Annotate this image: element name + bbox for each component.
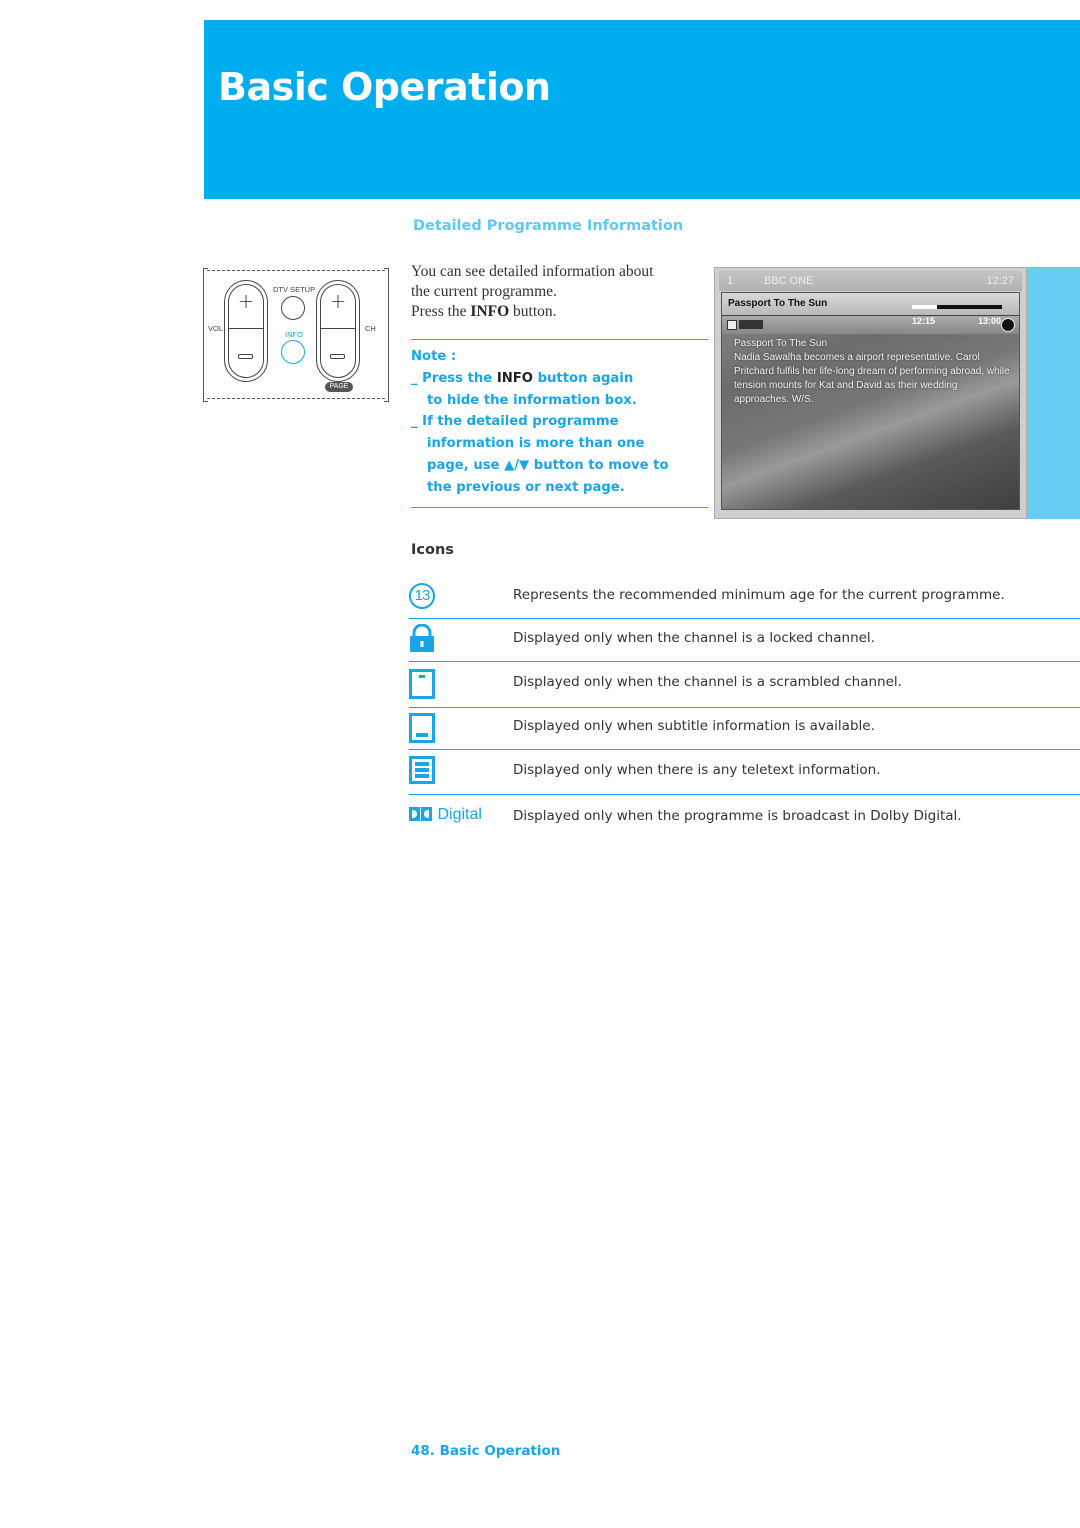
page-title: Basic Operation [218, 65, 551, 109]
note-item-continued: the previous or next page. [427, 479, 625, 495]
plus-icon: + [237, 289, 255, 313]
frame-dashed-top [207, 270, 385, 271]
dtv-setup-button-icon [281, 296, 305, 320]
plus-icon: + [329, 289, 347, 313]
divider [409, 749, 1080, 750]
icon-description: Displayed only when there is any teletex… [513, 762, 881, 778]
note-item-continued: page, use ▲/▼ button to move to [427, 457, 669, 473]
section-title: Detailed Programme Information [413, 218, 684, 234]
programme-description: Passport To The Sun Nadia Sawalha become… [734, 338, 1010, 405]
channel-name: BBC ONE [764, 275, 814, 287]
note-item-continued: to hide the information box. [427, 392, 637, 408]
channel-number: 1 [727, 275, 734, 287]
end-time: 13:00 [978, 316, 1002, 326]
channel-bar: 1 BBC ONE 12:27 [719, 271, 1022, 291]
teletext-icon [409, 756, 435, 784]
progress-fill [912, 305, 938, 309]
note-item: _ Press the INFO button again [411, 370, 634, 386]
divider [409, 794, 1080, 795]
intro-line: Press the INFO button. [411, 303, 557, 320]
icons-heading: Icons [411, 542, 454, 558]
intro-text: You can see detailed information about t… [411, 262, 711, 322]
subtitle-icon [409, 713, 435, 743]
page-footer: 48. Basic Operation [411, 1443, 561, 1459]
info-button-icon [281, 340, 305, 364]
channel-rocker: + [316, 280, 360, 382]
programme-progress-bar [912, 305, 1002, 309]
programme-picture: Passport To The Sun 12:15 13:00 Passport… [721, 292, 1020, 510]
dtv-setup-label: DTV SETUP [273, 285, 316, 294]
frame-bracket-right [384, 268, 389, 402]
minus-icon [330, 354, 345, 359]
volume-rocker: + [224, 280, 268, 382]
note-item: _ If the detailed programme [411, 414, 619, 430]
divider [409, 661, 1080, 662]
programme-info-row: 12:15 13:00 [722, 316, 1019, 334]
minus-icon [238, 354, 253, 359]
next-icon [1001, 318, 1015, 332]
info-label: INFO [285, 330, 303, 339]
age-rating-13-icon: 13 [409, 583, 435, 609]
frame-bracket-left [203, 268, 208, 402]
vol-label: VOL [208, 324, 224, 333]
divider [409, 618, 1080, 619]
note-item-continued: information is more than one [427, 436, 645, 452]
audio-tag-icon [739, 320, 763, 329]
frame-dashed-bottom [207, 398, 385, 399]
ch-label: CH [365, 324, 376, 333]
divider [409, 707, 1080, 708]
icon-description: Displayed only when the channel is a scr… [513, 674, 902, 690]
lock-icon [409, 623, 435, 656]
icon-description: Displayed only when the channel is a loc… [513, 630, 875, 646]
remote-illustration: VOL + DTV SETUP INFO + CH PAGE [203, 268, 389, 402]
note-box: Note : _ Press the INFO button again to … [411, 339, 708, 508]
icon-description: Displayed only when subtitle information… [513, 718, 875, 734]
subtitle-icon [727, 320, 737, 330]
icon-description: Displayed only when the programme is bro… [513, 808, 962, 824]
intro-line: You can see detailed information about [411, 263, 654, 280]
clock: 12:27 [986, 275, 1014, 287]
icon-description: Represents the recommended minimum age f… [513, 587, 1005, 603]
scrambled-icon [409, 669, 435, 699]
start-time: 12:15 [912, 316, 936, 326]
intro-line: the current programme. [411, 283, 557, 300]
header-band: Basic Operation [204, 20, 1080, 199]
side-tab [1027, 267, 1080, 519]
note-heading: Note : [411, 349, 457, 364]
page-label: PAGE [325, 382, 353, 392]
dolby-digital-icon: Digital [409, 806, 482, 826]
tv-screenshot: 1 BBC ONE 12:27 Passport To The Sun 12:1… [714, 267, 1027, 519]
